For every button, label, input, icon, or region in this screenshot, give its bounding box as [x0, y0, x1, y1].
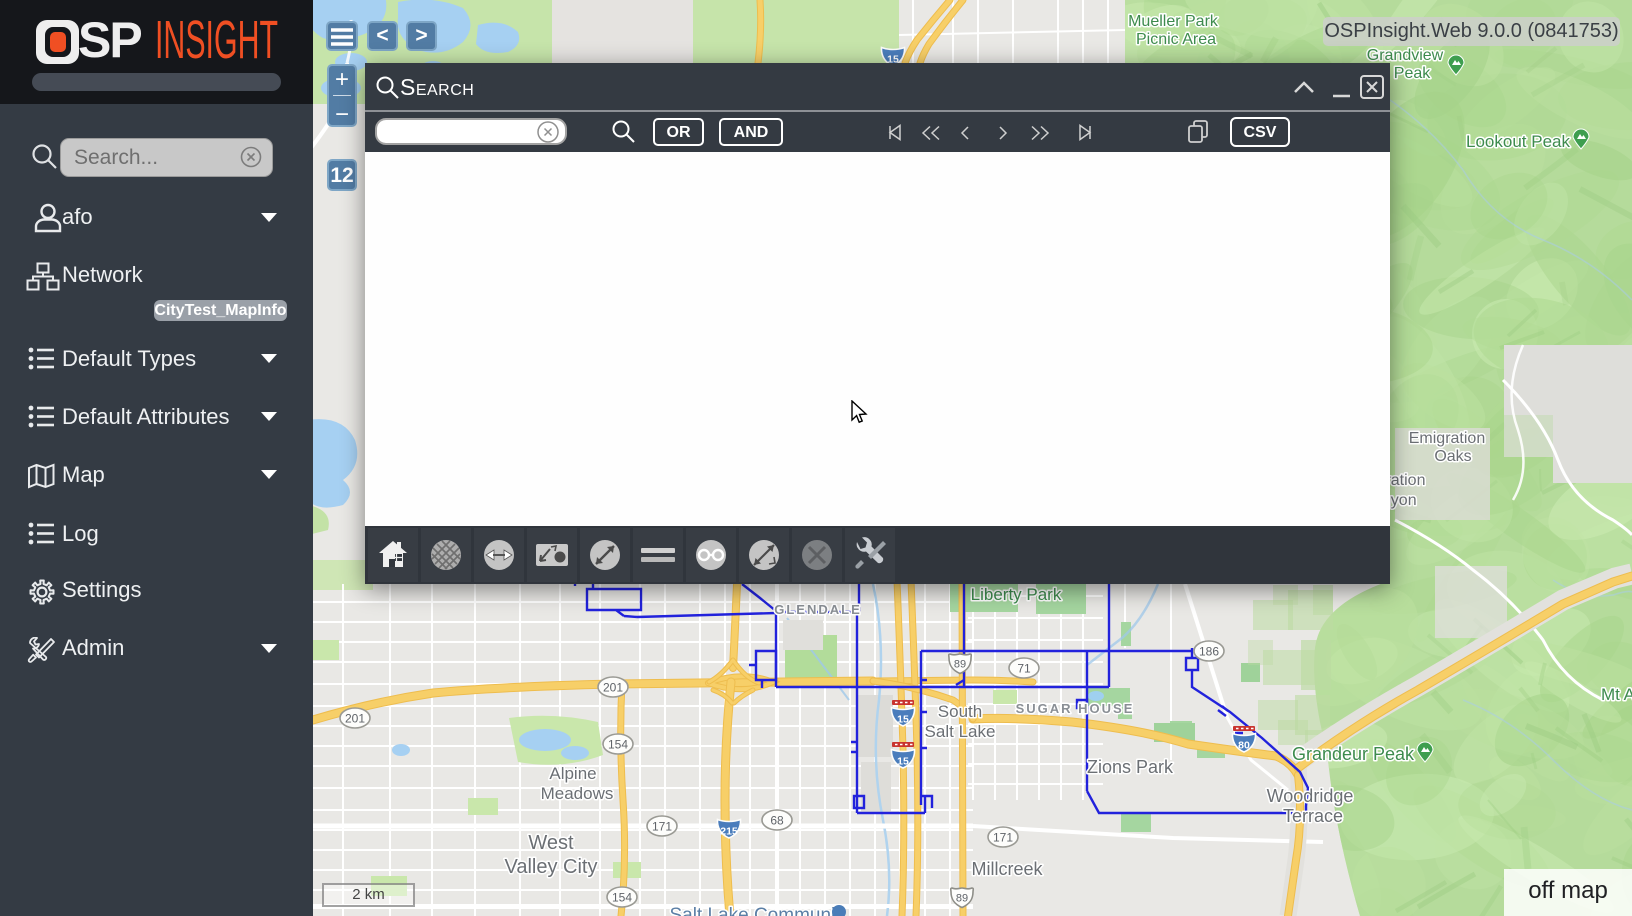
svg-text:171: 171 — [652, 820, 672, 834]
svg-text:Salt Lake Communit: Salt Lake Communit — [669, 905, 841, 916]
svg-text:154: 154 — [612, 891, 632, 905]
svg-text:SUGAR HOUSE: SUGAR HOUSE — [1016, 701, 1135, 716]
svg-text:Zions Park: Zions Park — [1087, 757, 1174, 777]
svg-text:Mueller Park: Mueller Park — [1128, 13, 1219, 30]
svg-text:201: 201 — [345, 712, 365, 726]
svg-text:Meadows: Meadows — [541, 784, 614, 803]
svg-text:Oaks: Oaks — [1434, 448, 1471, 465]
svg-text:Emigration: Emigration — [1409, 430, 1485, 447]
svg-text:Woodridge: Woodridge — [1267, 786, 1354, 806]
svg-text:GLENDALE: GLENDALE — [774, 602, 862, 617]
svg-text:Liberty Park: Liberty Park — [971, 585, 1062, 604]
svg-text:Grandeur Peak: Grandeur Peak — [1292, 744, 1415, 764]
svg-text:89: 89 — [954, 659, 966, 671]
svg-text:Terrace: Terrace — [1283, 806, 1343, 826]
svg-text:15: 15 — [897, 714, 909, 726]
svg-text:Millcreek: Millcreek — [971, 859, 1043, 879]
svg-text:15: 15 — [897, 756, 909, 768]
svg-text:154: 154 — [608, 738, 628, 752]
svg-text:SP: SP — [78, 14, 141, 68]
svg-text:71: 71 — [1017, 662, 1031, 676]
svg-text:215: 215 — [720, 826, 738, 838]
svg-text:Picnic Area: Picnic Area — [1136, 31, 1216, 48]
svg-text:80: 80 — [1238, 740, 1250, 752]
svg-text:Mt A: Mt A — [1601, 685, 1632, 704]
svg-text:West: West — [528, 832, 574, 854]
svg-text:201: 201 — [603, 681, 623, 695]
svg-text:186: 186 — [1199, 645, 1219, 659]
svg-text:89: 89 — [956, 893, 968, 905]
svg-text:INSIGHT: INSIGHT — [155, 14, 278, 70]
svg-text:Salt Lake: Salt Lake — [925, 722, 996, 741]
svg-text:68: 68 — [770, 814, 784, 828]
svg-text:Grandview: Grandview — [1367, 47, 1444, 64]
svg-text:Alpine: Alpine — [549, 764, 596, 783]
svg-text:171: 171 — [993, 831, 1013, 845]
svg-text:South: South — [938, 702, 982, 721]
svg-text:Lookout Peak: Lookout Peak — [1466, 132, 1570, 151]
svg-text:Valley City: Valley City — [505, 856, 598, 878]
